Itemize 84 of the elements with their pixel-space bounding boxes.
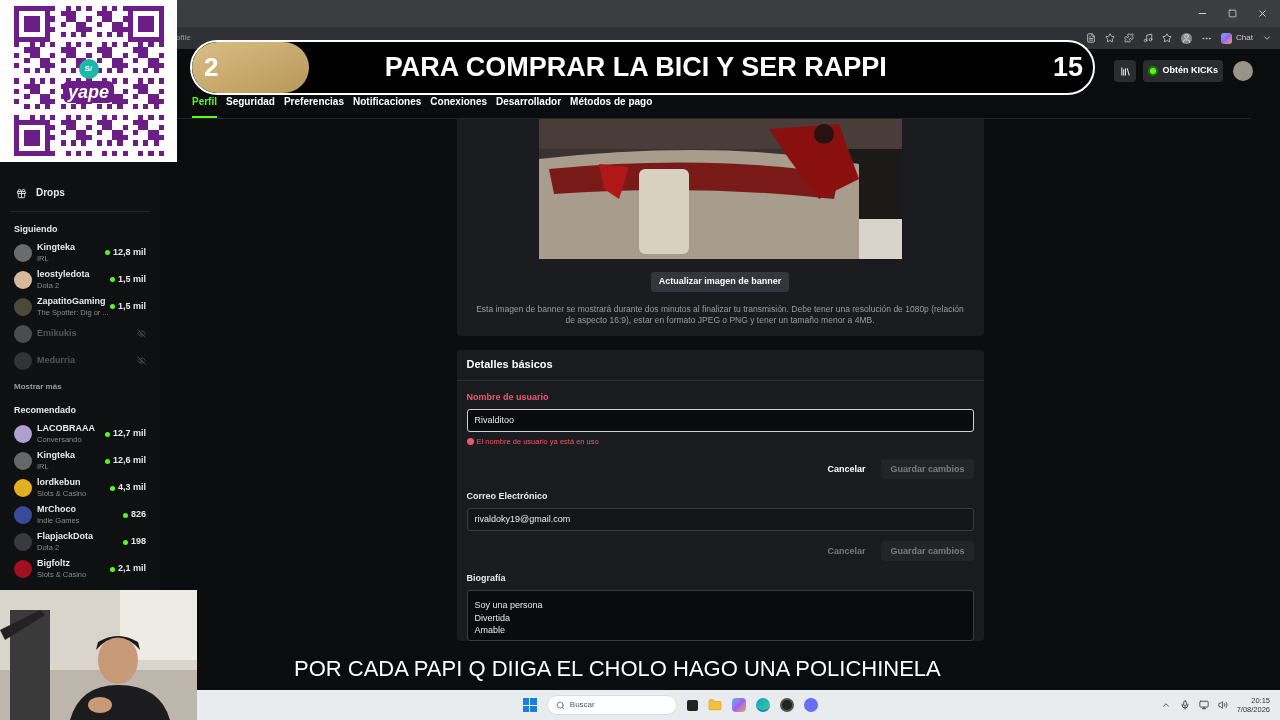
library-icon (1120, 65, 1131, 77)
chevron-icon[interactable] (1262, 33, 1272, 43)
reader-icon[interactable] (1086, 33, 1097, 43)
section-title: Recomendado (13, 405, 77, 417)
avatar (14, 297, 32, 316)
field-label: Correo Electrónico (466, 491, 548, 502)
channel-name[interactable]: FlapjackDota (37, 531, 118, 542)
network-icon[interactable] (1198, 700, 1209, 710)
bio-line: Soy una persona (474, 599, 544, 612)
channel-name[interactable]: Bigfoltz (37, 558, 105, 569)
field-label: Nombre de usuario (466, 392, 549, 402)
avatar (14, 506, 32, 524)
library-button[interactable] (1114, 60, 1137, 82)
avatar (14, 324, 32, 343)
field-label: Biografía (466, 573, 506, 584)
channel-name[interactable]: lordkebun (37, 477, 105, 488)
tray-chevron-icon[interactable] (1160, 700, 1171, 710)
avatar (14, 533, 32, 551)
card-title: Detalles básicos (466, 358, 553, 372)
volume-icon[interactable] (1217, 700, 1228, 710)
address-text[interactable]: ofile (176, 33, 191, 43)
microphone-icon[interactable] (1179, 700, 1190, 710)
nav-item[interactable]: Drops (0, 183, 160, 203)
channel-name[interactable]: MrChoco (37, 504, 118, 515)
close-icon[interactable] (1257, 8, 1268, 19)
subtitle-caption: POR CADA PAPI Q DIIGA EL CHOLO HAGO UNA POLICHINELA (294, 656, 941, 682)
settings-tab[interactable]: Preferencias (283, 95, 344, 118)
avatar (14, 452, 32, 470)
goal-target: 15 (1052, 50, 1083, 84)
show-more-link[interactable]: Mostrar más (0, 382, 160, 393)
currency-badge: S/ (78, 59, 99, 79)
viewer-count: 12,8 mil (112, 247, 146, 259)
user-avatar[interactable] (1233, 61, 1253, 81)
profile-icon[interactable] (1181, 32, 1193, 44)
section-title: Siguiendo (13, 224, 59, 236)
channel-name[interactable]: LACOBRAAA (37, 423, 100, 434)
drops-icon (16, 187, 27, 199)
banner-help-text: Esta imagen de banner se mostrará durante dos minutos al finalizar tu transmisión. Debe tener una resolución de 1080p (relación de aspecto 16:9), estar en formato JPEG o PNG y tener un tamaño menor a 4MB. (475, 304, 965, 326)
text-field[interactable]: Rivalditoo (466, 409, 974, 432)
search-icon (555, 700, 565, 710)
viewer-count: 12,7 mil (112, 428, 146, 440)
cancel-button[interactable]: Cancelar (815, 459, 878, 480)
avatar (14, 479, 32, 497)
channel-name[interactable]: leostyledota (37, 268, 105, 280)
viewer-count: 4,3 mil (118, 482, 146, 494)
settings-tab[interactable]: Notificaciones (352, 95, 422, 118)
extensions-icon[interactable] (1124, 33, 1135, 43)
avatar (14, 425, 32, 443)
task-view-icon[interactable] (686, 699, 698, 711)
text-field[interactable]: rivaldoky19@gmail.com (466, 508, 974, 532)
brand-logo-text: yape (63, 81, 114, 103)
viewer-count: 2,1 mil (118, 563, 146, 575)
error-icon (466, 438, 474, 446)
avatar (14, 351, 32, 370)
avatar (14, 560, 32, 578)
maximize-icon[interactable] (1228, 9, 1237, 18)
settings-tab[interactable]: Seguridad (226, 95, 275, 118)
channel-name[interactable]: Kingteka (37, 450, 100, 461)
settings-tab[interactable]: Desarrollador (496, 95, 562, 118)
channel-name[interactable]: Kingteka (37, 241, 100, 253)
kick-coin-icon (1148, 66, 1159, 76)
viewer-count: 1,5 mil (118, 301, 146, 313)
favorite-icon[interactable] (1105, 33, 1116, 43)
viewer-count: 12,6 mil (112, 455, 146, 467)
avatar (14, 270, 32, 289)
favorites-icon[interactable] (1162, 33, 1173, 43)
goal-title: PARA COMPRAR LA BICI Y SER RAPPI (383, 50, 888, 84)
viewer-count: 826 (130, 509, 146, 521)
viewer-count: 1,5 mil (118, 274, 146, 286)
avatar (14, 243, 32, 262)
settings-tab[interactable]: Métodos de pago (570, 95, 653, 118)
chat-button[interactable]: Chat (1221, 32, 1253, 44)
media-icon[interactable] (1143, 33, 1154, 43)
viewer-count: 198 (130, 536, 146, 548)
update-banner-button[interactable]: Actualizar imagen de banner (650, 272, 790, 292)
goal-current: 2 (204, 51, 219, 84)
bio-textarea[interactable]: Soy una persona Divertida Amable (466, 590, 974, 642)
bio-line: Amable (474, 624, 506, 637)
channel-name[interactable]: ZapatitoGaming (37, 295, 105, 307)
windows-start-icon[interactable] (522, 698, 537, 712)
settings-tab[interactable]: Conexiones (430, 95, 487, 118)
bio-line: Divertida (474, 611, 511, 625)
kicks-button[interactable]: Obtén KICKs (1143, 60, 1223, 82)
taskbar-search-field[interactable]: Buscar (546, 695, 677, 715)
